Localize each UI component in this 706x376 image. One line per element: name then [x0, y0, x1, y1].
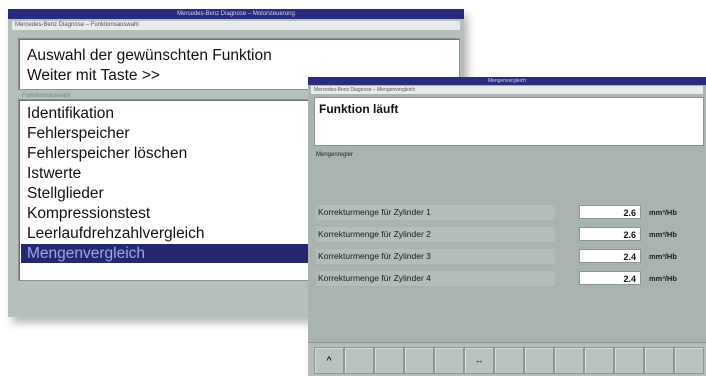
softkey-button-4[interactable]: [404, 347, 434, 374]
softkey-button-12[interactable]: [644, 347, 674, 374]
cylinder-4-unit: mm³/Hb: [649, 274, 677, 283]
softkey-arrows-button[interactable]: ↔: [464, 347, 494, 374]
cylinder-1-value: 2.6: [579, 205, 641, 219]
status-text: Funktion läuft: [319, 102, 399, 116]
cylinder-3-value: 2.4: [579, 249, 641, 263]
cylinder-4-label: Korrekturmenge für Zylinder 4: [316, 271, 555, 286]
softkey-button-13[interactable]: [674, 347, 704, 374]
softkey-button-9[interactable]: [554, 347, 584, 374]
status-box: Funktion läuft: [314, 97, 704, 146]
softkey-button-10[interactable]: [584, 347, 614, 374]
cylinder-2-label: Korrekturmenge für Zylinder 2: [316, 227, 555, 242]
cylinder-2-unit: mm³/Hb: [649, 230, 677, 239]
window-subtitle-bar: Mercedes-Benz Diagnose – Mengenvergleich: [311, 86, 703, 94]
instruction-line-2: Weiter mit Taste >>: [27, 67, 160, 84]
softkey-button-2[interactable]: [344, 347, 374, 374]
section-label: Mengenregler: [316, 152, 354, 158]
list-item-identifikation[interactable]: Identifikation: [21, 104, 327, 123]
cylinder-3-unit: mm³/Hb: [649, 252, 677, 261]
list-item-stellglieder[interactable]: Stellglieder: [21, 184, 327, 203]
softkey-button-7[interactable]: [494, 347, 524, 374]
cylinder-3-label: Korrekturmenge für Zylinder 3: [316, 249, 555, 264]
window-subtitle-bar: Mercedes-Benz Diagnose – Funktionsauswah…: [12, 21, 460, 30]
list-item-leerlaufdrehzahlvergleich[interactable]: Leerlaufdrehzahlvergleich: [21, 224, 327, 243]
softkey-button-11[interactable]: [614, 347, 644, 374]
softkey-up-button[interactable]: ^: [314, 347, 344, 374]
softkey-button-3[interactable]: [374, 347, 404, 374]
window-title-bar: Mercedes-Benz Diagnose – Motorsteuerung: [8, 9, 464, 19]
softkey-button-5[interactable]: [434, 347, 464, 374]
list-item-mengenvergleich-selected[interactable]: Mengenvergleich: [21, 244, 317, 263]
window-title-bar: Mengenvergleich: [308, 77, 706, 85]
list-item-istwerte[interactable]: Istwerte: [21, 164, 327, 183]
list-item-kompressionstest[interactable]: Kompressionstest: [21, 204, 327, 223]
cylinder-1-unit: mm³/Hb: [649, 208, 677, 217]
cylinder-4-value: 2.4: [579, 271, 641, 285]
cylinder-1-label: Korrekturmenge für Zylinder 1: [316, 205, 555, 220]
instruction-line-1: Auswahl der gewünschten Funktion: [27, 47, 272, 64]
cylinder-2-value: 2.6: [579, 227, 641, 241]
softkey-bar: ^ ↔: [308, 342, 706, 376]
quantity-comparison-window: Mengenvergleich Mercedes-Benz Diagnose –…: [308, 77, 706, 376]
list-item-fehlerspeicher-loeschen[interactable]: Fehlerspeicher löschen: [21, 144, 327, 163]
softkey-button-8[interactable]: [524, 347, 554, 374]
list-item-fehlerspeicher[interactable]: Fehlerspeicher: [21, 124, 327, 143]
